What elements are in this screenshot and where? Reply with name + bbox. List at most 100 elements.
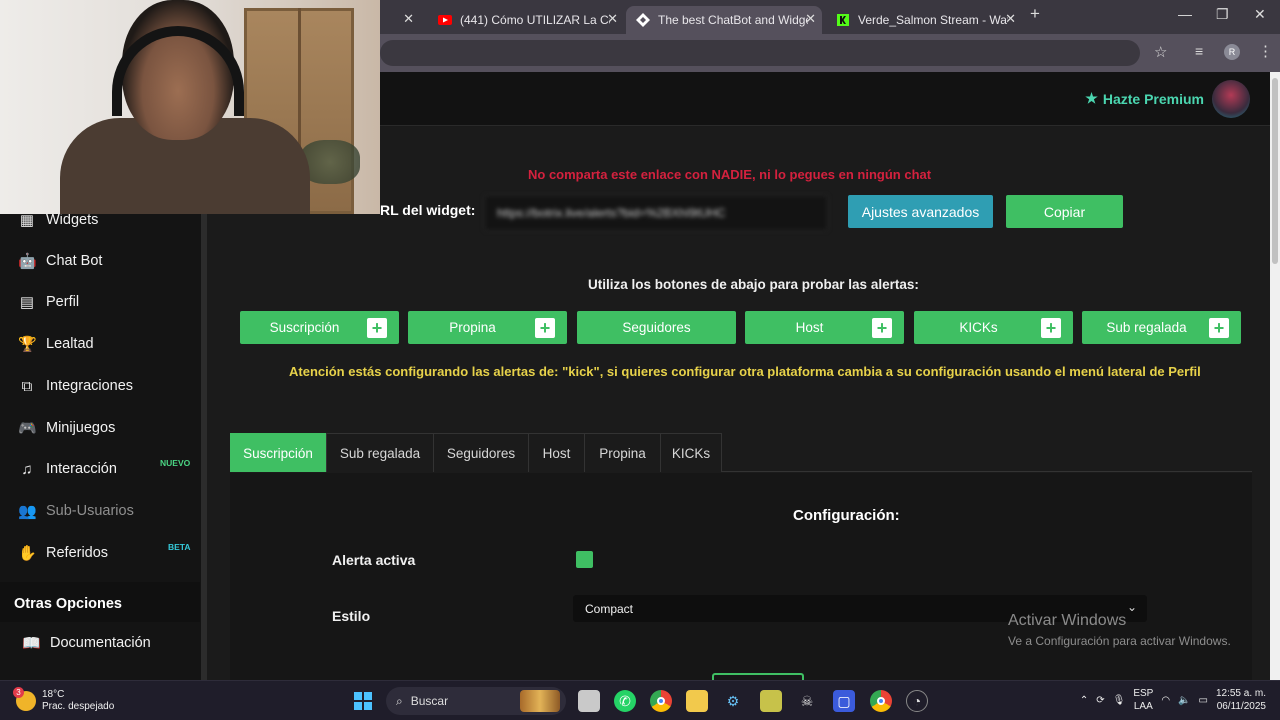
tab-suscripcion[interactable]: Suscripción — [230, 433, 326, 472]
sidebar-item-documentacion[interactable]: 📖 Documentación — [22, 631, 151, 655]
whatsapp-icon[interactable]: ✆ — [614, 690, 636, 712]
chevron-up-icon[interactable]: ⌃ — [1080, 695, 1088, 706]
close-tab-icon[interactable]: ✕ — [403, 11, 414, 27]
sidebar-item-interaccion[interactable]: ♫ Interacción — [18, 457, 117, 481]
volume-icon[interactable]: 🔈 — [1178, 695, 1190, 706]
sidebar-item-minijuegos[interactable]: 🎮 Minijuegos — [18, 416, 115, 440]
tab-propina[interactable]: Propina — [584, 433, 661, 472]
config-title: Configuración: — [793, 507, 900, 524]
windows-taskbar: 3 18°C Prac. despejado ⌕ Buscar ✆ ⚙ ☠ ▢ ◔ … — [0, 680, 1280, 720]
sync-icon[interactable]: ⟳ — [1096, 695, 1104, 706]
close-tab-icon[interactable]: ✕ — [1005, 11, 1016, 27]
sidebar-item-perfil[interactable]: ▤ Perfil — [18, 290, 79, 314]
bookmark-star-icon[interactable]: ☆ — [1154, 43, 1167, 61]
advanced-settings-button[interactable]: Ajustes avanzados — [848, 195, 993, 228]
test-suscripcion-button[interactable]: Suscripción + — [240, 311, 399, 344]
weather-widget[interactable]: 3 18°C Prac. despejado — [13, 687, 115, 713]
watermark-subtitle: Ve a Configuración para activar Windows. — [1008, 634, 1231, 648]
media-control-icon[interactable]: ≡ — [1195, 43, 1203, 59]
youtube-icon — [438, 13, 452, 27]
test-alerts-title: Utiliza los botones de abajo para probar… — [588, 277, 919, 292]
config-tabs: Suscripción Sub regalada Seguidores Host… — [230, 433, 1252, 472]
file-explorer-icon[interactable] — [686, 690, 708, 712]
new-tab-button[interactable]: + — [1030, 4, 1040, 24]
skull-app-icon[interactable]: ☠ — [796, 690, 818, 712]
tab-seguidores[interactable]: Seguidores — [433, 433, 529, 472]
button-label: Seguidores — [622, 320, 691, 335]
minimize-icon[interactable]: — — [1178, 6, 1192, 22]
sidebar-item-label: Lealtad — [46, 336, 94, 352]
gamepad-icon: 🎮 — [18, 420, 37, 437]
chrome-icon[interactable] — [650, 690, 672, 712]
sidebar-item-label: Perfil — [46, 294, 80, 310]
activate-windows-watermark: Activar Windows Ve a Configuración para … — [1008, 612, 1231, 648]
search-label: Buscar — [410, 694, 449, 708]
search-icon: ⌕ — [396, 693, 403, 708]
steam-icon[interactable]: ⚙ — [722, 690, 744, 712]
tab-title: The best ChatBot and Widgets — [658, 13, 808, 27]
sidebar-item-label: Referidos — [46, 545, 109, 561]
sidebar-item-label: Chat Bot — [46, 253, 103, 269]
test-kicks-button[interactable]: KICKs + — [914, 311, 1073, 344]
premium-link[interactable]: ★ Hazte Premium — [1085, 90, 1204, 107]
sidebar-item-lealtad[interactable]: 🏆 Lealtad — [18, 332, 94, 356]
language-indicator[interactable]: ESP LAA — [1133, 687, 1153, 713]
task-view-icon[interactable] — [578, 690, 600, 712]
menu-kebab-icon[interactable]: ⋮ — [1258, 42, 1273, 60]
user-avatar[interactable] — [1212, 80, 1250, 118]
widget-url-field[interactable]: https://botrix.live/alerts?bid=%2BXhI9tU… — [484, 195, 828, 231]
tab-kicks[interactable]: KICKs — [660, 433, 722, 472]
page-scrollbar[interactable] — [1270, 72, 1280, 680]
close-window-icon[interactable]: ✕ — [1254, 6, 1266, 23]
clock[interactable]: 12:55 a. m. 06/11/2025 — [1216, 687, 1266, 713]
warning-text: No comparta este enlace con NADIE, ni lo… — [528, 167, 932, 182]
watermark-title: Activar Windows — [1008, 612, 1127, 629]
microphone-icon[interactable]: 🎙 — [1113, 695, 1126, 706]
scrollbar-thumb[interactable] — [1272, 78, 1278, 264]
taskbar-search[interactable]: ⌕ Buscar — [386, 687, 566, 715]
close-tab-icon[interactable]: ✕ — [805, 11, 816, 27]
sidebar-item-integraciones[interactable]: ⧉ Integraciones — [18, 374, 133, 398]
section-title-otras-opciones: Otras Opciones — [0, 582, 200, 622]
battery-icon[interactable]: ▭ — [1199, 695, 1208, 706]
windows-start-icon[interactable] — [352, 690, 374, 712]
sidebar-item-label: Documentación — [50, 635, 151, 651]
plus-icon: + — [1209, 318, 1229, 338]
chrome-profile-icon[interactable] — [870, 690, 892, 712]
attention-text: Atención estás configurando las alertas … — [289, 364, 1201, 379]
alert-active-checkbox[interactable] — [576, 551, 593, 568]
music-icon: ♫ — [21, 460, 33, 478]
restore-icon[interactable]: ❐ — [1216, 6, 1229, 23]
tab-botrix[interactable]: The best ChatBot and Widgets ✕ — [626, 6, 822, 34]
copy-button[interactable]: Copiar — [1006, 195, 1123, 228]
kick-icon — [836, 13, 850, 27]
app-blue-icon[interactable]: ▢ — [833, 690, 855, 712]
tab-youtube[interactable]: (441) Cómo UTILIZAR La Cámar ✕ — [428, 6, 624, 34]
weather-desc: Prac. despejado — [42, 701, 115, 712]
test-seguidores-button[interactable]: Seguidores — [577, 311, 736, 344]
tab-title: (441) Cómo UTILIZAR La Cámar — [460, 13, 610, 27]
test-propina-button[interactable]: Propina + — [408, 311, 567, 344]
temperature: 18°C — [42, 689, 65, 700]
plus-icon: + — [535, 318, 555, 338]
handshake-icon: ✋ — [18, 545, 37, 562]
close-tab-icon[interactable]: ✕ — [607, 11, 618, 27]
sidebar-item-label: Sub-Usuarios — [46, 503, 134, 519]
plus-icon: + — [872, 318, 892, 338]
test-sub-regalada-button[interactable]: Sub regalada + — [1082, 311, 1241, 344]
sidebar-item-chatbot[interactable]: 🤖 Chat Bot — [18, 249, 102, 273]
tab-partial[interactable]: ✕ — [380, 6, 420, 34]
webcam-overlay — [0, 0, 380, 214]
tab-host[interactable]: Host — [528, 433, 585, 472]
tab-kick[interactable]: Verde_Salmon Stream - Watch ✕ — [826, 6, 1022, 34]
wifi-icon[interactable]: ◠ — [1161, 695, 1170, 706]
tab-sub-regalada[interactable]: Sub regalada — [326, 433, 434, 472]
game-launcher-icon[interactable] — [760, 690, 782, 712]
test-host-button[interactable]: Host + — [745, 311, 904, 344]
address-bar[interactable] — [380, 40, 1140, 66]
sidebar-item-referidos[interactable]: ✋ Referidos — [18, 541, 108, 565]
profile-avatar[interactable]: R — [1224, 44, 1240, 60]
obs-icon[interactable]: ◔ — [906, 690, 928, 712]
sidebar-item-sub-usuarios[interactable]: 👥 Sub-Usuarios — [18, 499, 134, 523]
sidebar-item-label: Integraciones — [46, 378, 134, 394]
